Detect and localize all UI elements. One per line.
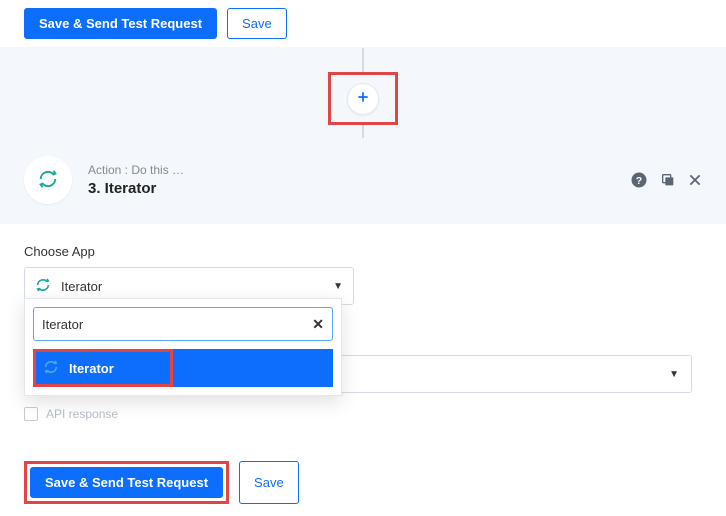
- app-option-label: Iterator: [69, 361, 114, 376]
- choose-app-selected-value: Iterator: [61, 279, 323, 294]
- obscured-label: API response: [46, 407, 118, 421]
- app-option-iterator[interactable]: Iterator: [33, 349, 333, 387]
- copy-icon[interactable]: [660, 172, 676, 188]
- save-send-button-bottom[interactable]: Save & Send Test Request: [30, 467, 223, 498]
- step-app-avatar: [24, 156, 72, 204]
- svg-text:?: ?: [636, 175, 642, 187]
- step-action-label: Action : Do this …: [88, 163, 208, 177]
- save-button-bottom[interactable]: Save: [239, 461, 299, 504]
- iterator-icon: [37, 168, 59, 193]
- choose-app-label: Choose App: [24, 244, 702, 259]
- iterator-icon: [35, 277, 51, 296]
- help-icon[interactable]: ?: [630, 171, 648, 189]
- save-button-top[interactable]: Save: [227, 8, 287, 39]
- step-title: 3. Iterator: [88, 180, 614, 197]
- close-icon[interactable]: [688, 173, 702, 187]
- checkbox[interactable]: [24, 407, 38, 421]
- highlight-box: Save & Send Test Request: [24, 461, 229, 504]
- caret-down-icon: ▼: [333, 281, 343, 292]
- app-search-input[interactable]: [42, 317, 304, 332]
- add-step-button[interactable]: [348, 84, 378, 114]
- app-dropdown: ✕ Iterator: [24, 298, 342, 396]
- clear-search-icon[interactable]: ✕: [312, 316, 324, 333]
- caret-down-icon: ▼: [669, 369, 679, 380]
- add-step-highlight: [328, 72, 398, 125]
- plus-icon: [356, 90, 370, 107]
- save-send-button-top[interactable]: Save & Send Test Request: [24, 8, 217, 39]
- iterator-icon: [43, 359, 59, 378]
- connector-line: [362, 48, 364, 73]
